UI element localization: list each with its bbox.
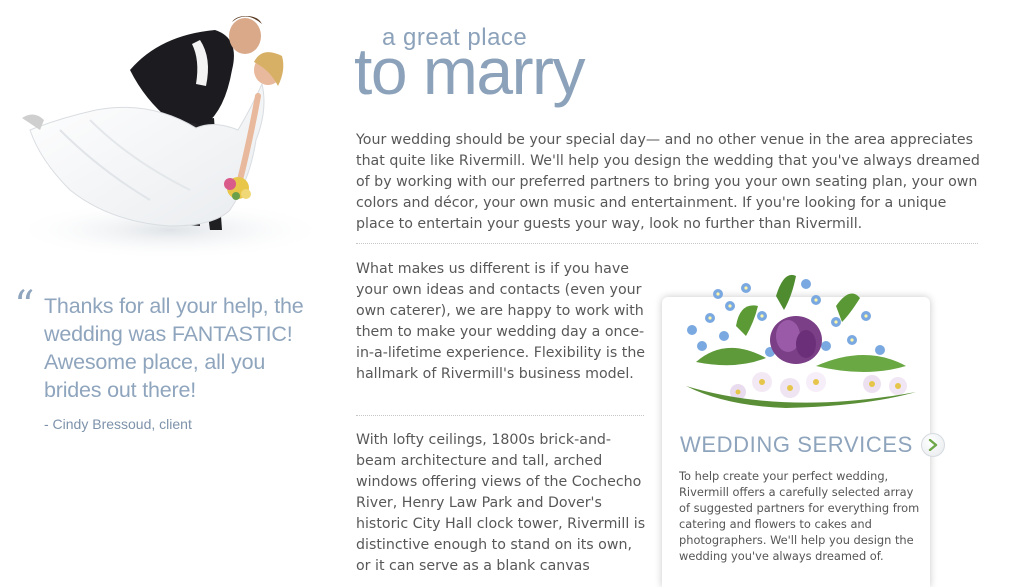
- heading-big-line: to marry: [354, 34, 586, 108]
- difference-paragraph: What makes us different is if you have y…: [356, 261, 646, 382]
- wedding-couple-photo: [0, 0, 330, 262]
- wedding-services-title[interactable]: WEDDING SERVICES: [680, 432, 913, 458]
- testimonial-author: - Cindy Bressoud, client: [44, 416, 192, 432]
- architecture-paragraph: With lofty ceilings, 1800s brick-and-bea…: [356, 432, 646, 574]
- flower-bouquet-image: [666, 266, 928, 420]
- section-divider: [356, 243, 978, 244]
- testimonial-text: Thanks for all your help, the wedding wa…: [44, 294, 304, 402]
- testimonial: “ Thanks for all your help, the wedding …: [14, 286, 304, 432]
- column-divider: [356, 415, 644, 416]
- intro-paragraph: Your wedding should be your special day—…: [356, 132, 980, 232]
- wedding-services-description: To help create your perfect wedding, Riv…: [679, 469, 920, 563]
- arrow-right-circle-icon[interactable]: [920, 433, 945, 457]
- page-heading: a great place to marry: [354, 14, 674, 124]
- wedding-services-link[interactable]: WEDDING SERVICES: [680, 432, 945, 458]
- quote-icon: “: [14, 283, 35, 329]
